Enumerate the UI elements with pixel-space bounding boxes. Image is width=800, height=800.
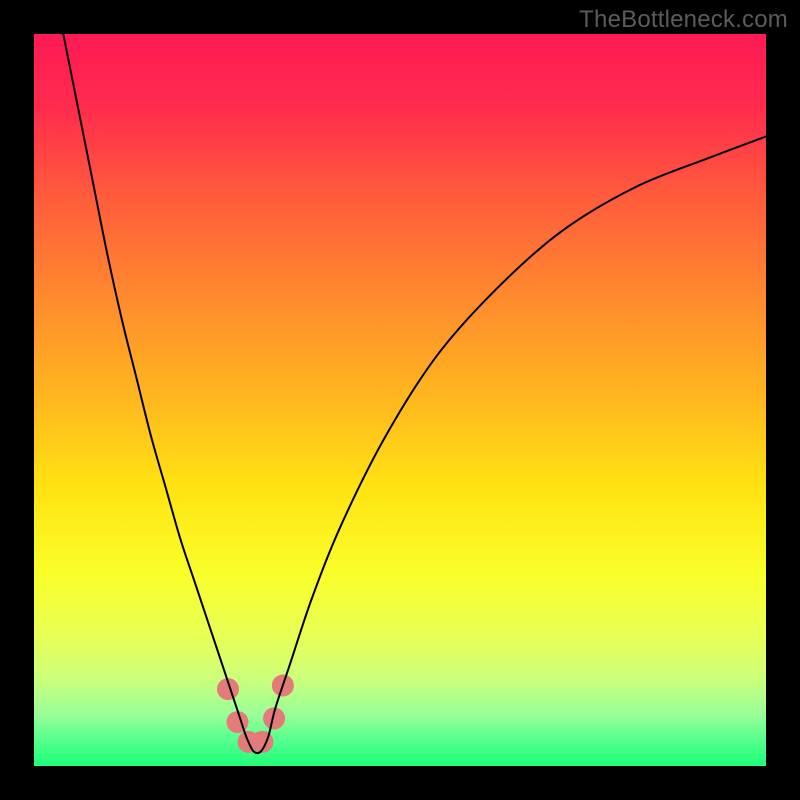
marker-point	[227, 711, 249, 733]
plot-background	[34, 34, 766, 766]
watermark-text: TheBottleneck.com	[579, 6, 788, 34]
bottleneck-chart	[0, 0, 800, 800]
